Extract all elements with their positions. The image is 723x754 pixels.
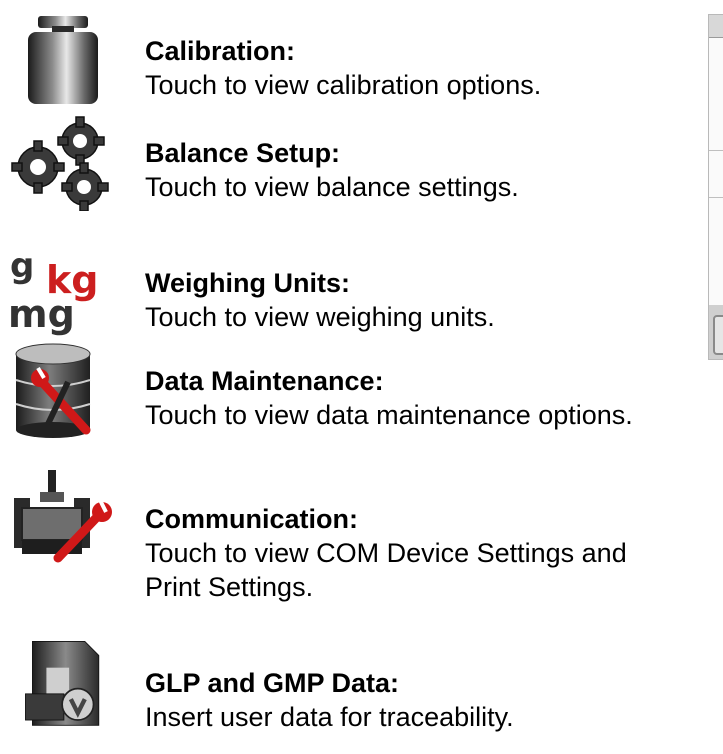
item-description: Touch to view balance settings. [145, 172, 519, 202]
item-description-line2: Print Settings. [145, 572, 314, 602]
item-title: Communication: [145, 504, 358, 534]
window-button[interactable] [713, 315, 723, 355]
window-title-bar [709, 15, 723, 38]
item-title: Weighing Units: [145, 268, 350, 298]
item-title: GLP and GMP Data: [145, 668, 400, 698]
unit-g-label: g [10, 246, 35, 286]
item-description: Touch to view COM Device Settings and [145, 538, 627, 568]
unit-mg-label: mg [8, 292, 75, 336]
database-wrench-icon [15, 343, 91, 438]
item-description: Touch to view weighing units. [145, 302, 495, 332]
printer-wrench-icon [14, 470, 112, 563]
cropped-window-fragment [708, 14, 723, 360]
item-title: Data Maintenance: [145, 366, 384, 396]
divider [709, 197, 723, 198]
item-title: Balance Setup: [145, 138, 341, 168]
item-description: Insert user data for traceability. [145, 702, 514, 732]
glp-document-icon [25, 641, 100, 726]
gears-icon [11, 116, 109, 211]
item-description: Touch to view calibration options. [145, 70, 542, 100]
item-title: Calibration: [145, 36, 296, 66]
item-description: Touch to view data maintenance options. [145, 400, 633, 430]
divider [709, 150, 723, 151]
calibration-weight-icon [28, 16, 98, 104]
weighing-units-icon: g kg mg [8, 246, 118, 348]
